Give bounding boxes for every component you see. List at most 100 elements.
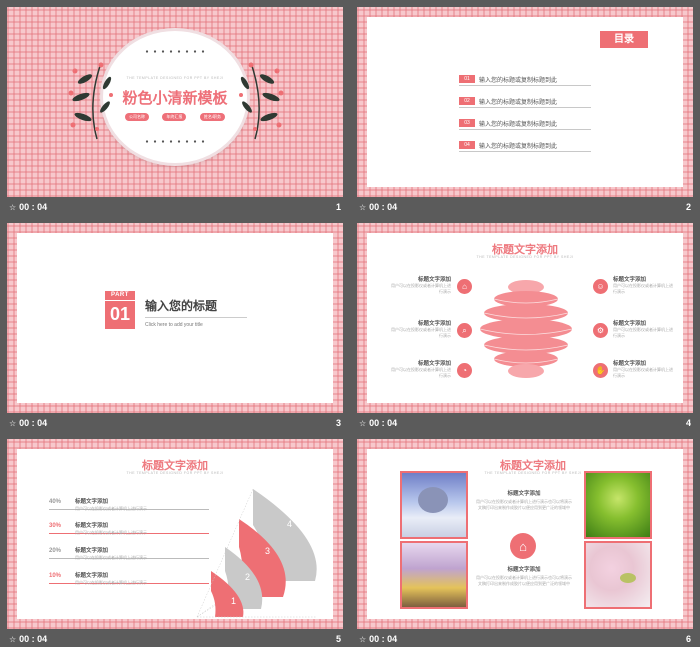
row-desc: 用户可以在投影仪或者计算机上进行演示: [75, 530, 147, 535]
block-desc: 用户可以在投影仪或者计算机上进行演示: [613, 327, 673, 338]
hand-icon: ✋: [593, 363, 608, 378]
pie-icon: ◔: [457, 363, 472, 378]
slide-meta: ☆ 00 : 04 6: [357, 633, 693, 647]
animation-star-icon: ☆: [359, 203, 367, 212]
slide-number: 6: [685, 634, 691, 644]
step-label: 3: [265, 546, 271, 556]
toc-number: 01: [459, 75, 475, 83]
user-icon: ☺: [593, 279, 608, 294]
feature-block: 标题文字添加 用户可以在投影仪或者计算机上进行演示: [389, 275, 451, 295]
animation-star-icon: ☆: [9, 635, 17, 644]
center-block-top: 标题文字添加 用户可以在投影仪或者计算机上进行演示也可以将演示文稿打印出来制作成…: [475, 489, 573, 511]
block-title: 标题文字添加: [417, 277, 451, 283]
feature-block: 标题文字添加 用户可以在投影仪或者计算机上进行演示: [613, 275, 675, 295]
tag-row: 公司名称 年终汇报 姓名/职务: [125, 113, 225, 121]
part-badge: PART 01: [105, 291, 135, 329]
block-title: 标题文字添加: [417, 361, 451, 367]
dots-bottom: [143, 140, 207, 143]
percent-value: 10%: [49, 573, 62, 579]
content-panel: PART 01 输入您的标题 Click here to add your ti…: [17, 233, 333, 403]
step-label: 2: [245, 572, 251, 582]
tag: 公司名称: [125, 113, 149, 121]
content-panel: 目录 01 输入您的标题或复制标题到此 02 输入您的标题或复制标题到此 03 …: [367, 17, 683, 187]
block-title: 标题文字添加: [613, 321, 647, 327]
slide-meta: ☆ 00 : 04 4: [357, 417, 693, 431]
toc-text: 输入您的标题或复制标题到此: [479, 100, 558, 106]
title-divider: [145, 317, 247, 318]
toc-number: 03: [459, 119, 475, 127]
toc-text: 输入您的标题或复制标题到此: [479, 78, 558, 84]
block-desc: 用户可以在投影仪或者计算机上进行演示: [391, 327, 451, 338]
section-subtitle: Click here to add your title: [145, 322, 203, 328]
slide-preview: 目录 01 输入您的标题或复制标题到此 02 输入您的标题或复制标题到此 03 …: [357, 7, 693, 197]
slide-number: 1: [335, 202, 341, 212]
percent-value: 30%: [49, 523, 62, 529]
block-title: 标题文字添加: [507, 491, 541, 497]
gear-icon: ⚙: [593, 323, 608, 338]
slide-subtitle: THE TEMPLATE DESIGNED FOR PPT BY SHEJI: [126, 471, 224, 475]
bank-icon: ⌂: [457, 279, 472, 294]
fan-diagram: [196, 488, 317, 618]
dots-top: [143, 50, 207, 53]
slide-timing: ☆ 00 : 04: [359, 634, 397, 644]
left-branch-icon: [68, 62, 113, 140]
toc-item[interactable]: 03 输入您的标题或复制标题到此: [459, 119, 591, 130]
timing-value: 00 : 04: [369, 418, 398, 428]
timing-value: 00 : 04: [19, 418, 48, 428]
slide-timing: ☆ 00 : 04: [9, 634, 47, 644]
slide-number: 4: [685, 418, 691, 428]
row-title: 标题文字添加: [75, 499, 109, 505]
toc-item[interactable]: 01 输入您的标题或复制标题到此: [459, 75, 591, 86]
slide-preview: 标题文字添加 THE TEMPLATE DESIGNED FOR PPT BY …: [357, 223, 693, 413]
row-text: 标题文字添加 用户可以在投影仪或者计算机上进行演示: [75, 571, 185, 586]
slide-timing: ☆ 00 : 04: [9, 202, 47, 212]
slide-preview: 标题文字添加 THE TEMPLATE DESIGNED FOR PPT BY …: [357, 439, 693, 629]
photo-grass: [584, 471, 652, 539]
slide-number: 3: [335, 418, 341, 428]
row-desc: 用户可以在投影仪或者计算机上进行演示: [75, 580, 147, 585]
content-panel: 标题文字添加 THE TEMPLATE DESIGNED FOR PPT BY …: [367, 449, 683, 619]
row-title: 标题文字添加: [75, 523, 109, 529]
animation-star-icon: ☆: [359, 419, 367, 428]
slide-preview: THE TEMPLATE DESIGNED FOR PPT BY SHEJI 粉…: [7, 7, 343, 197]
toc-text: 输入您的标题或复制标题到此: [479, 144, 558, 150]
row-text: 标题文字添加 用户可以在投影仪或者计算机上进行演示: [75, 521, 185, 536]
block-title: 标题文字添加: [417, 321, 451, 327]
right-branch-icon: [239, 62, 284, 140]
animation-star-icon: ☆: [359, 635, 367, 644]
slide1-subtitle: THE TEMPLATE DESIGNED FOR PPT BY SHEJI: [126, 76, 224, 80]
photo-blossom: [584, 541, 652, 609]
part-label: PART: [105, 291, 135, 301]
row-desc: 用户可以在投影仪或者计算机上进行演示: [75, 506, 147, 511]
layered-sphere-graphic: [480, 280, 572, 378]
percent-value: 40%: [49, 499, 62, 505]
toc-item[interactable]: 02 输入您的标题或复制标题到此: [459, 97, 591, 108]
slide-preview: 标题文字添加 THE TEMPLATE DESIGNED FOR PPT BY …: [7, 439, 343, 629]
slide1-title: 粉色小清新模板: [122, 90, 228, 107]
timing-value: 00 : 04: [369, 634, 398, 644]
center-block-bottom: 标题文字添加 用户可以在投影仪或者计算机上进行演示也可以将演示文稿打印出来制作成…: [475, 565, 573, 587]
slide-number: 5: [335, 634, 341, 644]
toc-number: 02: [459, 97, 475, 105]
slide-timing: ☆ 00 : 04: [9, 418, 47, 428]
content-panel: 标题文字添加 THE TEMPLATE DESIGNED FOR PPT BY …: [17, 449, 333, 619]
slide-preview: PART 01 输入您的标题 Click here to add your ti…: [7, 223, 343, 413]
block-desc: 用户可以在投影仪或者计算机上进行演示也可以将演示文稿打印出来制作成胶片以便应用到…: [476, 575, 572, 586]
block-title: 标题文字添加: [507, 567, 541, 573]
timing-value: 00 : 04: [369, 202, 398, 212]
toc-item[interactable]: 04 输入您的标题或复制标题到此: [459, 141, 591, 152]
feature-block: 标题文字添加 用户可以在投影仪或者计算机上进行演示: [389, 359, 451, 379]
block-desc: 用户可以在投影仪或者计算机上进行演示: [391, 367, 451, 378]
row-title: 标题文字添加: [75, 573, 109, 579]
feature-block: 标题文字添加 用户可以在投影仪或者计算机上进行演示: [613, 359, 675, 379]
toc-number: 04: [459, 141, 475, 149]
content-panel: 标题文字添加 THE TEMPLATE DESIGNED FOR PPT BY …: [367, 233, 683, 403]
row-text: 标题文字添加 用户可以在投影仪或者计算机上进行演示: [75, 546, 185, 561]
toc-text: 输入您的标题或复制标题到此: [479, 122, 558, 128]
photo-winter-tree: [400, 471, 468, 539]
part-number: 01: [109, 304, 131, 324]
step-label: 1: [231, 596, 237, 606]
timing-value: 00 : 04: [19, 202, 48, 212]
slide-meta: ☆ 00 : 04 5: [7, 633, 343, 647]
tag: 年终汇报: [162, 113, 187, 121]
